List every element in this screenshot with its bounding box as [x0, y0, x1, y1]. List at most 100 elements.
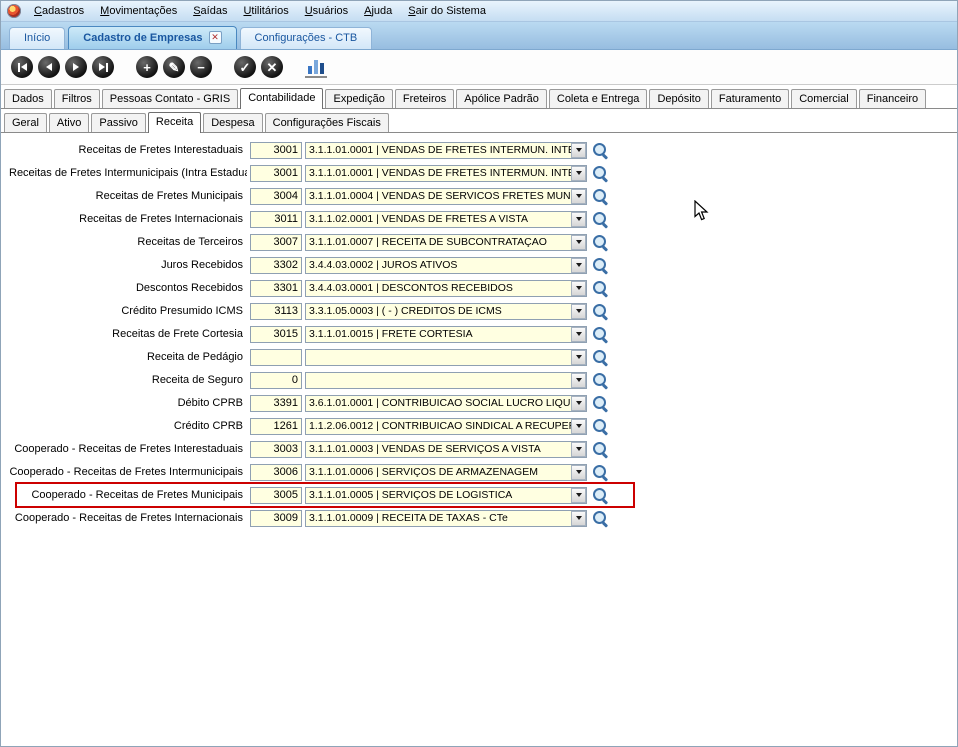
account-code-input[interactable]: [250, 187, 302, 205]
search-icon[interactable]: [592, 487, 609, 504]
account-dropdown[interactable]: 3.4.4.03.0001 | DESCONTOS RECEBIDOS: [305, 279, 587, 297]
close-icon[interactable]: [208, 31, 222, 44]
search-icon[interactable]: [592, 418, 609, 435]
search-icon[interactable]: [592, 395, 609, 412]
chevron-down-icon[interactable]: [571, 257, 586, 273]
account-code-input[interactable]: [250, 440, 302, 458]
account-dropdown[interactable]: 3.1.1.01.0007 | RECEITA DE SUBCONTRATAÇA…: [305, 233, 587, 251]
sub-tab[interactable]: Configurações Fiscais: [264, 113, 389, 132]
chevron-down-icon[interactable]: [571, 441, 586, 457]
menu-item[interactable]: Movimentações: [92, 3, 185, 19]
confirm-button[interactable]: ✓: [234, 56, 256, 78]
chart-button[interactable]: [305, 56, 327, 78]
chevron-down-icon[interactable]: [571, 303, 586, 319]
account-code-input[interactable]: [250, 256, 302, 274]
account-code-input[interactable]: [250, 233, 302, 251]
chevron-down-icon[interactable]: [571, 211, 586, 227]
account-code-input[interactable]: [250, 463, 302, 481]
search-icon[interactable]: [592, 280, 609, 297]
window-tab[interactable]: Configurações - CTB: [239, 27, 373, 49]
account-code-input[interactable]: [250, 210, 302, 228]
main-tab[interactable]: Financeiro: [858, 89, 927, 108]
chevron-down-icon[interactable]: [571, 165, 586, 181]
chevron-down-icon[interactable]: [571, 510, 586, 526]
menu-item[interactable]: Saídas: [185, 3, 235, 19]
main-tab[interactable]: Pessoas Contato - GRIS: [101, 89, 239, 108]
search-icon[interactable]: [592, 441, 609, 458]
chevron-down-icon[interactable]: [571, 280, 586, 296]
chevron-down-icon[interactable]: [571, 326, 586, 342]
main-tab[interactable]: Filtros: [53, 89, 100, 108]
main-tab[interactable]: Comercial: [791, 89, 857, 108]
main-tab[interactable]: Coleta e Entrega: [548, 89, 648, 108]
search-icon[interactable]: [592, 188, 609, 205]
delete-record-button[interactable]: −: [190, 56, 212, 78]
search-icon[interactable]: [592, 257, 609, 274]
account-code-input[interactable]: [250, 141, 302, 159]
sub-tab[interactable]: Ativo: [48, 113, 90, 132]
next-record-button[interactable]: [65, 56, 87, 78]
chevron-down-icon[interactable]: [571, 188, 586, 204]
account-dropdown[interactable]: 3.1.1.01.0015 | FRETE CORTESIA: [305, 325, 587, 343]
menu-item[interactable]: Utilitários: [235, 3, 296, 19]
account-code-input[interactable]: [250, 394, 302, 412]
chevron-down-icon[interactable]: [571, 234, 586, 250]
sub-tab[interactable]: Geral: [4, 113, 47, 132]
search-icon[interactable]: [592, 165, 609, 182]
account-dropdown[interactable]: 3.1.1.01.0005 | SERVIÇOS DE LOGISTICA: [305, 486, 587, 504]
main-tab[interactable]: Expedição: [325, 89, 393, 108]
window-tab[interactable]: Cadastro de Empresas: [68, 26, 237, 49]
account-code-input[interactable]: [250, 486, 302, 504]
search-icon[interactable]: [592, 372, 609, 389]
search-icon[interactable]: [592, 349, 609, 366]
main-tab[interactable]: Freteiros: [394, 89, 455, 108]
account-code-input[interactable]: [250, 417, 302, 435]
chevron-down-icon[interactable]: [571, 395, 586, 411]
account-dropdown[interactable]: 3.3.1.05.0003 | ( - ) CREDITOS DE ICMS: [305, 302, 587, 320]
chevron-down-icon[interactable]: [571, 487, 586, 503]
account-dropdown[interactable]: 3.1.1.01.0001 | VENDAS DE FRETES INTERMU…: [305, 141, 587, 159]
search-icon[interactable]: [592, 510, 609, 527]
account-dropdown[interactable]: 3.1.1.01.0006 | SERVIÇOS DE ARMAZENAGEM: [305, 463, 587, 481]
search-icon[interactable]: [592, 303, 609, 320]
account-dropdown[interactable]: [305, 348, 587, 366]
account-code-input[interactable]: [250, 302, 302, 320]
main-tab[interactable]: Faturamento: [710, 89, 790, 108]
sub-tab[interactable]: Despesa: [203, 113, 263, 132]
chevron-down-icon[interactable]: [571, 464, 586, 480]
account-dropdown[interactable]: 3.1.1.01.0003 | VENDAS DE SERVIÇOS A VIS…: [305, 440, 587, 458]
last-record-button[interactable]: [92, 56, 114, 78]
account-dropdown[interactable]: 3.6.1.01.0001 | CONTRIBUICAO SOCIAL LUCR…: [305, 394, 587, 412]
account-dropdown[interactable]: 3.1.1.02.0001 | VENDAS DE FRETES A VISTA: [305, 210, 587, 228]
menu-item[interactable]: Ajuda: [356, 3, 400, 19]
main-tab[interactable]: Dados: [4, 89, 52, 108]
sub-tab[interactable]: Receita: [147, 112, 202, 133]
search-icon[interactable]: [592, 464, 609, 481]
main-tab[interactable]: Apólice Padrão: [456, 89, 547, 108]
account-dropdown[interactable]: 3.1.1.01.0001 | VENDAS DE FRETES INTERMU…: [305, 164, 587, 182]
chevron-down-icon[interactable]: [571, 418, 586, 434]
chevron-down-icon[interactable]: [571, 142, 586, 158]
menu-item[interactable]: Cadastros: [26, 3, 92, 19]
cancel-button[interactable]: ✕: [261, 56, 283, 78]
menu-item[interactable]: Sair do Sistema: [400, 3, 494, 19]
search-icon[interactable]: [592, 234, 609, 251]
account-code-input[interactable]: [250, 325, 302, 343]
sub-tab[interactable]: Passivo: [91, 113, 146, 132]
account-code-input[interactable]: [250, 348, 302, 366]
search-icon[interactable]: [592, 326, 609, 343]
main-tab[interactable]: Contabilidade: [240, 88, 324, 109]
account-dropdown[interactable]: 3.4.4.03.0002 | JUROS ATIVOS: [305, 256, 587, 274]
account-dropdown[interactable]: 3.1.1.01.0004 | VENDAS DE SERVICOS FRETE…: [305, 187, 587, 205]
account-code-input[interactable]: [250, 164, 302, 182]
account-dropdown[interactable]: [305, 371, 587, 389]
previous-record-button[interactable]: [38, 56, 60, 78]
account-dropdown[interactable]: 1.1.2.06.0012 | CONTRIBUICAO SINDICAL A …: [305, 417, 587, 435]
window-tab[interactable]: Início: [9, 27, 66, 49]
add-record-button[interactable]: +: [136, 56, 158, 78]
main-tab[interactable]: Depósito: [649, 89, 709, 108]
account-dropdown[interactable]: 3.1.1.01.0009 | RECEITA DE TAXAS - CTe: [305, 509, 587, 527]
account-code-input[interactable]: [250, 371, 302, 389]
search-icon[interactable]: [592, 142, 609, 159]
first-record-button[interactable]: [11, 56, 33, 78]
